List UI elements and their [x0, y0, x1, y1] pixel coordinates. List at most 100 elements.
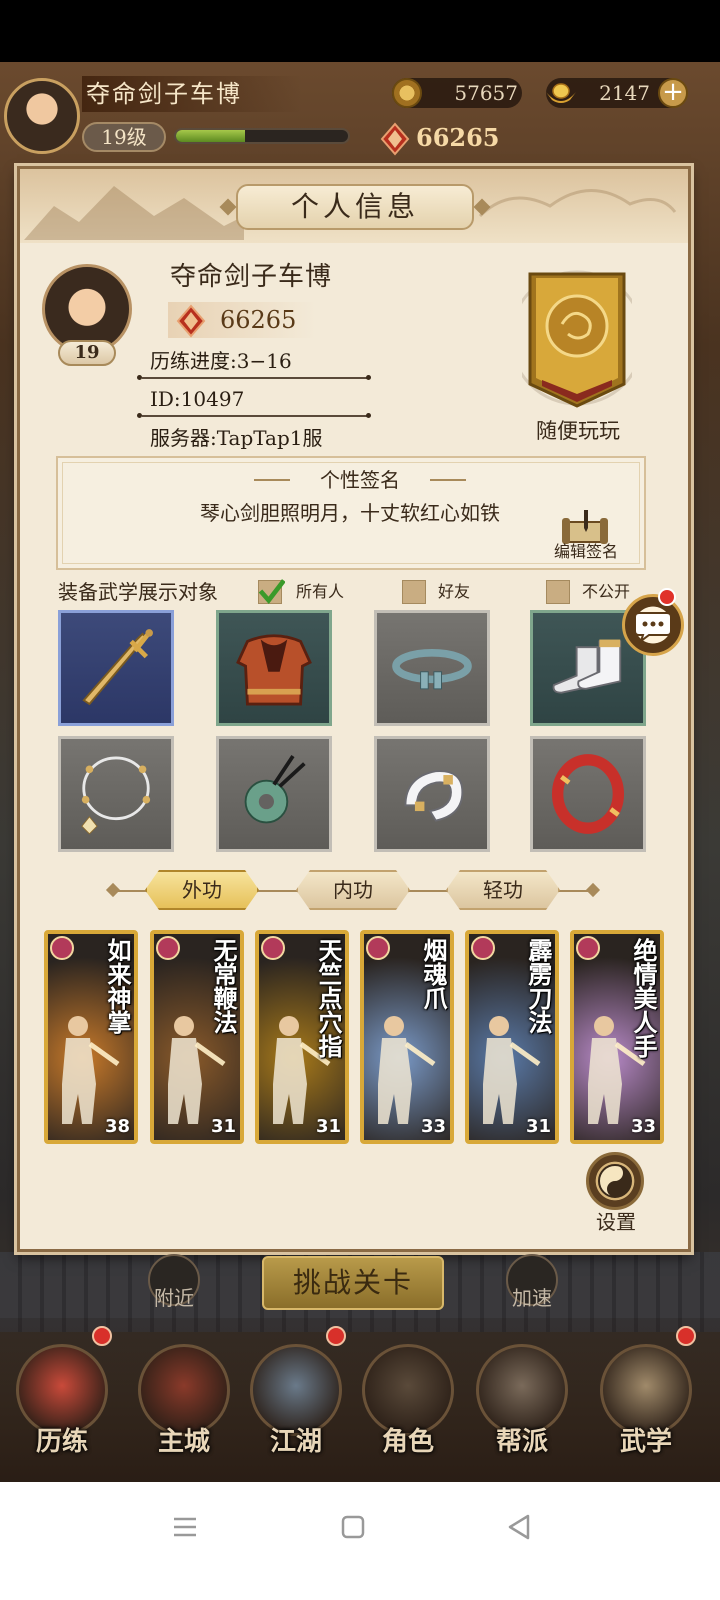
skill-type-icon: [156, 936, 180, 960]
equip-slot-bracelet[interactable]: [374, 736, 490, 852]
chat-bubble-icon: [634, 612, 672, 644]
title-badge-label: 随便玩玩: [536, 419, 620, 443]
skill-card[interactable]: 无常鞭法 31: [150, 930, 244, 1144]
skill-level: 31: [525, 1116, 551, 1137]
necklace-icon: [81, 756, 151, 835]
coin-icon: [392, 78, 422, 108]
skill-name: 如来神掌: [103, 938, 132, 1034]
equip-slot-ring[interactable]: [530, 736, 646, 852]
server-text: 服务器:TapTap1服: [150, 426, 323, 450]
signature-text: 琴心剑胆照明月，十丈软红心如铁: [200, 501, 500, 525]
progress-text: 历练进度:3−16: [150, 349, 292, 373]
tab-neigong-label: 内功: [333, 878, 373, 902]
home-icon[interactable]: [338, 1512, 368, 1542]
divider-dot: [137, 413, 142, 418]
skill-level: 31: [315, 1116, 341, 1137]
menu-icon[interactable]: [170, 1512, 200, 1542]
system-nav-bar: [0, 1482, 720, 1600]
nav-label[interactable]: 帮派: [472, 1422, 572, 1462]
display-target-label: 装备武学展示对象: [58, 580, 218, 604]
skill-card[interactable]: 天竺点穴指 31: [255, 930, 349, 1144]
exp-bar: [174, 128, 350, 144]
dragon-banner-icon[interactable]: [522, 268, 632, 412]
nav-label[interactable]: 历练: [12, 1422, 112, 1462]
checkbox-private[interactable]: [546, 580, 570, 604]
divider-dot: [137, 375, 142, 380]
cloud-decoration: [478, 189, 677, 218]
skill-level: 31: [210, 1116, 236, 1137]
divider-dot: [366, 413, 371, 418]
armor-icon: [236, 634, 312, 706]
equip-slot-weapon[interactable]: [58, 610, 174, 726]
ring-icon: [551, 754, 625, 834]
equip-slot-pendant[interactable]: [216, 736, 332, 852]
coin-value: 57657: [454, 81, 518, 105]
player-name: 夺命剑子车博: [82, 76, 302, 112]
divider: [142, 415, 368, 417]
challenge-stage-label[interactable]: 挑战关卡: [262, 1256, 444, 1310]
equip-slot-armor[interactable]: [216, 610, 332, 726]
checkbox-friends[interactable]: [402, 580, 426, 604]
add-gold-button[interactable]: +: [658, 78, 688, 108]
chat-button[interactable]: [622, 594, 684, 656]
jade-pendant-icon: [244, 755, 306, 824]
profile-level-badge: 19: [58, 340, 116, 366]
skill-type-icon: [471, 936, 495, 960]
player-level-badge: 19级: [82, 122, 166, 152]
mountain-decoration: [24, 186, 244, 240]
skill-name: 绝情美人手: [629, 938, 658, 1058]
player-avatar[interactable]: [4, 78, 80, 154]
nav-label[interactable]: 武学: [596, 1422, 696, 1462]
back-icon[interactable]: [504, 1512, 534, 1542]
notification-dot: [676, 1326, 696, 1346]
player-id-text: ID:10497: [150, 387, 245, 411]
signature-title: 个性签名: [320, 468, 400, 492]
skill-level: 38: [104, 1116, 130, 1137]
notification-dot: [326, 1326, 346, 1346]
nearby-label[interactable]: 附近: [148, 1284, 200, 1312]
nav-label[interactable]: 角色: [358, 1422, 458, 1462]
edit-signature-button[interactable]: 编辑签名: [546, 540, 626, 564]
skill-type-icon: [261, 936, 285, 960]
gold-ingot-icon: [546, 83, 576, 103]
sword-icon: [82, 629, 153, 706]
divider-dot: [366, 375, 371, 380]
nav-label[interactable]: 江湖: [246, 1422, 346, 1462]
nav-label[interactable]: 主城: [134, 1422, 234, 1462]
equip-slot-necklace[interactable]: [58, 736, 174, 852]
exp-bar-fill: [176, 130, 245, 142]
belt-icon: [392, 649, 472, 690]
skill-level: 33: [420, 1116, 446, 1137]
skill-name: 霹雳刀法: [524, 938, 553, 1034]
checkmark-icon: [258, 579, 285, 605]
skill-card[interactable]: 霹雳刀法 31: [465, 930, 559, 1144]
equip-slot-belt[interactable]: [374, 610, 490, 726]
yin-yang-settings-icon[interactable]: [586, 1152, 644, 1210]
power-icon: [380, 122, 410, 156]
checkbox-everyone[interactable]: [258, 579, 285, 605]
skill-name: 烟魂爪: [419, 938, 448, 1010]
skill-card[interactable]: 烟魂爪 33: [360, 930, 454, 1144]
notification-dot: [658, 588, 676, 606]
bracelet-icon: [404, 770, 464, 822]
option-everyone-label: 所有人: [296, 582, 345, 601]
header-power-value: 66265: [416, 123, 500, 152]
tab-waigong-label: 外功: [182, 878, 222, 902]
option-friends-label: 好友: [438, 582, 471, 601]
tab-qinggong-label: 轻功: [483, 878, 523, 902]
speed-up-label[interactable]: 加速: [506, 1284, 558, 1312]
skill-card[interactable]: 如来神掌 38: [44, 930, 138, 1144]
status-bar: [0, 0, 720, 62]
skill-type-icon: [576, 936, 600, 960]
skill-name: 无常鞭法: [209, 938, 238, 1034]
yin-yang-icon: [598, 1164, 632, 1198]
skill-card[interactable]: 绝情美人手 33: [570, 930, 664, 1144]
skill-name: 天竺点穴指: [314, 938, 343, 1058]
power-icon: [176, 304, 206, 338]
divider: [142, 377, 368, 379]
settings-button-label[interactable]: 设置: [586, 1208, 646, 1236]
profile-power-value: 66265: [220, 306, 297, 334]
skill-type-icon: [50, 936, 74, 960]
notification-dot: [92, 1326, 112, 1346]
skill-level: 33: [630, 1116, 656, 1137]
